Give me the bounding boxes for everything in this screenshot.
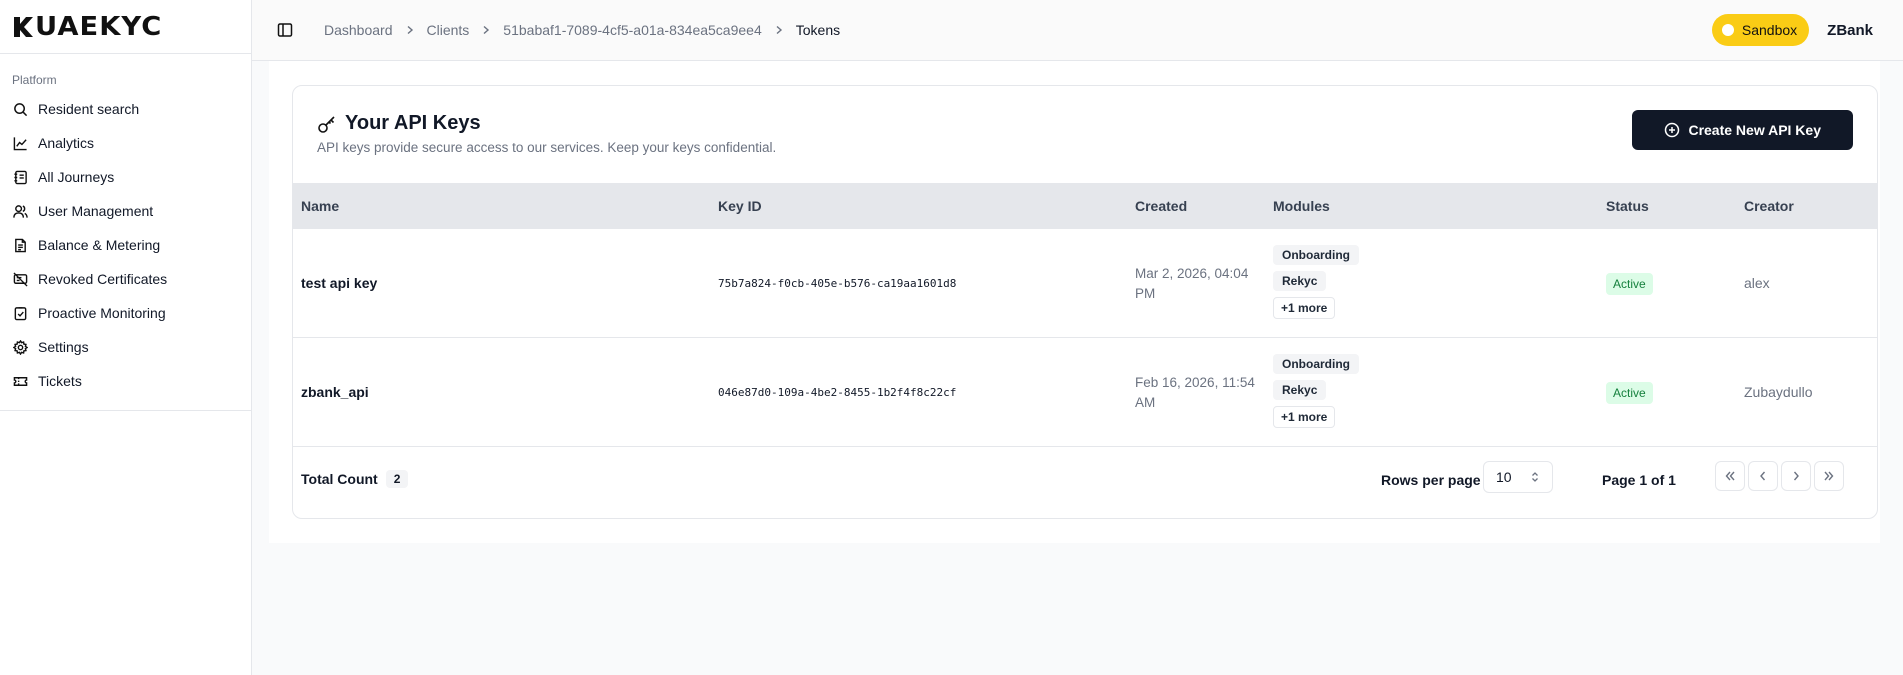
sidebar-item-label: Resident search: [38, 101, 140, 117]
chevrons-left-icon: [1725, 471, 1735, 481]
more-modules-button[interactable]: +1 more: [1273, 406, 1336, 428]
sidebar-item-label: Analytics: [38, 135, 95, 151]
breadcrumb-dashboard[interactable]: Dashboard: [324, 22, 393, 38]
plus-circle-icon: [1665, 122, 1680, 138]
table-row[interactable]: zbank_api 046e87d0-109a-4be2-8455-1b2f4f…: [293, 338, 1877, 447]
chevron-left-icon: [1760, 471, 1766, 481]
api-key-name: zbank_api: [301, 384, 369, 400]
next-page-button[interactable]: [1781, 461, 1811, 491]
sidebar-item-label: All Journeys: [38, 169, 115, 185]
logo-icon: [14, 16, 33, 37]
api-key-id: 75b7a824-f0cb-405e-b576-ca19aa1601d8: [718, 277, 957, 290]
total-count: Total Count 2: [301, 470, 409, 488]
chevrons-right-icon: [1824, 471, 1834, 481]
column-header-created: Created: [1135, 198, 1188, 214]
page-info: Page 1 of 1: [1602, 472, 1676, 488]
total-count-badge: 2: [385, 470, 409, 488]
rows-per-page-select[interactable]: 10: [1483, 461, 1553, 493]
nav-group-label: Platform: [12, 73, 57, 87]
rows-per-page-label: Rows per page: [1381, 472, 1481, 488]
module-badge: Onboarding: [1273, 245, 1359, 265]
table-header: Name Key ID Created Modules Status Creat…: [293, 183, 1877, 229]
sidebar-item-revoked-certificates[interactable]: Revoked Certificates: [0, 262, 251, 296]
rows-per-page-value: 10: [1496, 469, 1512, 485]
chevron-right-icon: [774, 25, 784, 35]
logo-text: UAEKYC: [34, 11, 163, 42]
api-key-id: 046e87d0-109a-4be2-8455-1b2f4f8c22cf: [718, 386, 957, 399]
chevron-right-icon: [1793, 471, 1799, 481]
api-key-modules: Onboarding Rekyc +1 more: [1273, 245, 1359, 319]
create-api-key-button[interactable]: Create New API Key: [1632, 110, 1853, 150]
sidebar-item-analytics[interactable]: Analytics: [0, 126, 251, 160]
certificate-off-icon: [13, 271, 28, 287]
breadcrumb-client-id[interactable]: 51babaf1-7089-4cf5-a01a-834ea5ca9ee4: [503, 22, 761, 38]
column-header-name: Name: [301, 198, 340, 214]
notebook-icon: [14, 170, 27, 184]
users-icon: [13, 204, 28, 218]
api-keys-card: Your API Keys API keys provide secure ac…: [292, 85, 1878, 519]
breadcrumb-tokens: Tokens: [795, 22, 841, 38]
sidebar-item-user-management[interactable]: User Management: [0, 194, 251, 228]
chevron-right-icon: [481, 25, 491, 35]
logo[interactable]: UAEKYC: [0, 0, 251, 54]
sidebar-item-label: Tickets: [38, 373, 82, 389]
ticket-icon: [13, 376, 28, 386]
module-badge: Onboarding: [1273, 354, 1359, 374]
sidebar-item-tickets[interactable]: Tickets: [0, 364, 251, 398]
clipboard-check-icon: [14, 306, 27, 320]
environment-toggle[interactable]: Sandbox: [1711, 14, 1810, 46]
sidebar-item-resident-search[interactable]: Resident search: [0, 92, 251, 126]
chart-line-icon: [13, 136, 27, 150]
sidebar-item-proactive-monitoring[interactable]: Proactive Monitoring: [0, 296, 251, 330]
total-count-label: Total Count: [301, 471, 378, 487]
chevron-right-icon: [405, 25, 415, 35]
table-footer: Total Count 2 Rows per page 10 Page 1 of…: [293, 447, 1877, 517]
table-row[interactable]: test api key 75b7a824-f0cb-405e-b576-ca1…: [293, 229, 1877, 338]
top-header: Dashboard Clients 51babaf1-7089-4cf5-a01…: [252, 0, 1903, 61]
breadcrumb: Dashboard Clients 51babaf1-7089-4cf5-a01…: [324, 22, 840, 38]
page-title: Your API Keys: [345, 112, 481, 134]
first-page-button[interactable]: [1715, 461, 1745, 491]
sidebar-item-settings[interactable]: Settings: [0, 330, 251, 364]
column-header-modules: Modules: [1273, 198, 1330, 214]
last-page-button[interactable]: [1814, 461, 1844, 491]
api-key-modules: Onboarding Rekyc +1 more: [1273, 354, 1359, 428]
sidebar-nav: Platform Resident search Analytics All J…: [0, 54, 251, 411]
sidebar-item-label: Balance & Metering: [38, 237, 161, 253]
sidebar-item-label: Revoked Certificates: [38, 271, 168, 287]
sidebar-item-label: Settings: [38, 339, 89, 355]
sidebar-item-label: User Management: [38, 203, 154, 219]
column-header-creator: Creator: [1744, 198, 1794, 214]
sidebar-item-balance-metering[interactable]: Balance & Metering: [0, 228, 251, 262]
sidebar: UAEKYC Platform Resident search Analytic…: [0, 0, 252, 675]
sidebar-item-label: Proactive Monitoring: [38, 305, 166, 321]
environment-label: Sandbox: [1741, 22, 1798, 38]
previous-page-button[interactable]: [1748, 461, 1778, 491]
api-key-name: test api key: [301, 275, 378, 291]
search-icon: [14, 102, 28, 116]
module-badge: Rekyc: [1273, 271, 1327, 291]
status-badge: Active: [1606, 382, 1653, 404]
gear-icon: [13, 339, 28, 355]
file-text-icon: [15, 238, 26, 252]
column-header-key-id: Key ID: [718, 198, 762, 214]
organization-switcher[interactable]: ZBank: [1821, 14, 1879, 46]
api-key-created: Feb 16, 2026, 11:54 AM: [1135, 375, 1255, 410]
breadcrumb-clients[interactable]: Clients: [427, 22, 470, 38]
column-header-status: Status: [1606, 198, 1649, 214]
more-modules-button[interactable]: +1 more: [1273, 297, 1336, 319]
api-key-created: Mar 2, 2026, 04:04 PM: [1135, 266, 1249, 301]
panel-left-icon: [277, 23, 293, 37]
status-badge: Active: [1606, 273, 1653, 295]
module-badge: Rekyc: [1273, 380, 1327, 400]
toggle-dot: [1721, 24, 1734, 36]
sidebar-toggle-button[interactable]: [276, 21, 294, 39]
sidebar-item-all-journeys[interactable]: All Journeys: [0, 160, 251, 194]
api-key-creator: alex: [1744, 275, 1770, 291]
chevrons-up-down-icon: [1532, 472, 1538, 482]
page-subtitle: API keys provide secure access to our se…: [317, 140, 777, 155]
create-api-key-label: Create New API Key: [1688, 122, 1821, 138]
key-icon: [318, 115, 335, 133]
api-key-creator: Zubaydullo: [1744, 384, 1813, 400]
